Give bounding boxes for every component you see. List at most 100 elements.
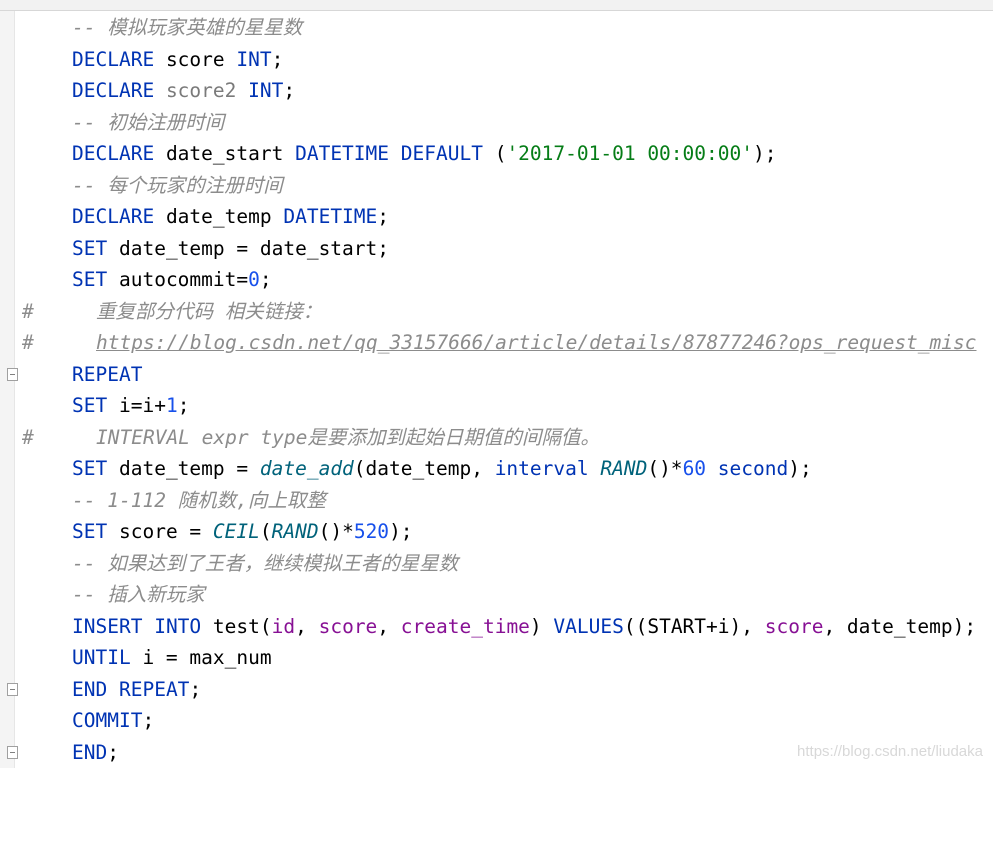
comment-text: 模拟玩家英雄的星星数 [107, 16, 303, 39]
code-line[interactable]: DECLARE date_temp DATETIME; [0, 201, 993, 233]
code-line[interactable]: SET date_temp = date_start; [0, 233, 993, 265]
statement-text: , date_temp); [823, 614, 977, 638]
code-line[interactable]: DECLARE date_start DATETIME DEFAULT ('20… [0, 138, 993, 170]
column-name: score [764, 614, 824, 638]
comment-text: INTERVAL expr type是要添加到起始日期值的间隔值。 [96, 425, 600, 449]
keyword: DECLARE [72, 79, 155, 102]
keyword: COMMIT [72, 709, 143, 732]
comment-text: 每个玩家的注册时间 [107, 173, 283, 197]
code-line[interactable]: DECLARE score2 INT; [0, 75, 993, 107]
fold-marker-icon[interactable] [7, 745, 18, 759]
keyword: SET [72, 520, 108, 543]
code-line[interactable]: SET date_temp = date_add(date_temp, inte… [0, 453, 993, 485]
identifier: date_start [165, 142, 284, 165]
code-line[interactable]: INSERT INTO test(id, score, create_time)… [0, 611, 993, 643]
keyword: INT [236, 47, 272, 71]
code-line[interactable]: # INTERVAL expr type是要添加到起始日期值的间隔值。 [0, 422, 993, 454]
hash-comment-marker: # [22, 331, 34, 354]
comment-prefix: -- [72, 173, 108, 197]
number-literal: 60 [682, 457, 707, 480]
keyword: second [717, 457, 789, 480]
code-line[interactable]: REPEAT [0, 359, 993, 391]
keyword: END [72, 677, 108, 701]
keyword: INTO [154, 614, 202, 638]
statement-text: ); [788, 457, 812, 480]
statement-text: ); [389, 520, 413, 543]
hash-comment-marker: # [22, 425, 34, 449]
fold-marker-icon[interactable] [7, 367, 18, 381]
code-line[interactable]: # https://blog.csdn.net/qq_33157666/arti… [0, 327, 993, 359]
statement-text: ((START+i), [623, 614, 765, 638]
keyword: UNTIL [72, 646, 131, 669]
column-name: id [271, 614, 296, 638]
statement-text: date_temp = [118, 457, 260, 480]
statement-text: test( [212, 614, 272, 638]
code-line[interactable]: SET score = CEIL(RAND()*520); [0, 516, 993, 548]
code-line[interactable]: UNTIL i = max_num [0, 642, 993, 674]
keyword: REPEAT [72, 362, 143, 386]
keyword: DATETIME [283, 205, 378, 228]
comment-prefix: -- [72, 16, 108, 39]
keyword: SET [72, 394, 108, 417]
keyword: SET [72, 268, 108, 291]
number-literal: 520 [353, 520, 390, 543]
fold-marker-icon[interactable] [7, 682, 18, 696]
statement-text: ()* [647, 457, 683, 480]
comment-link[interactable]: https://blog.csdn.net/qq_33157666/articl… [96, 327, 977, 359]
keyword: DECLARE [72, 205, 155, 228]
code-line[interactable]: -- 每个玩家的注册时间 [0, 170, 993, 202]
keyword: END [72, 740, 108, 764]
code-line[interactable]: DECLARE score INT; [0, 44, 993, 76]
comment-text: 如果达到了王者，继续模拟王者的星星数 [107, 551, 459, 575]
code-line[interactable]: -- 1-112 随机数,向上取整 [0, 485, 993, 517]
keyword: REPEAT [118, 677, 190, 701]
keyword: DATETIME [295, 142, 390, 165]
editor-top-border [0, 0, 993, 11]
statement-text: ()* [318, 520, 354, 543]
comment-text: 1-112 随机数,向上取整 [107, 488, 326, 512]
statement-text: score = [118, 520, 213, 543]
identifier: score2 [165, 79, 237, 102]
keyword: DECLARE [72, 47, 155, 71]
code-line[interactable]: COMMIT; [0, 705, 993, 737]
function-name: CEIL [212, 520, 260, 543]
comment-prefix: -- [72, 488, 108, 512]
keyword: SET [72, 457, 108, 480]
code-line[interactable]: -- 插入新玩家 [0, 579, 993, 611]
statement-text: date_temp = date_start; [118, 236, 390, 260]
statement-text: i=i+ [118, 394, 166, 417]
keyword: DEFAULT [400, 142, 483, 165]
string-literal: '2017-01-01 00:00:00' [506, 142, 753, 165]
comment-prefix: -- [72, 583, 108, 606]
code-line[interactable]: SET autocommit=0; [0, 264, 993, 296]
identifier: date_temp [165, 205, 272, 228]
code-line[interactable]: # 重复部分代码 相关链接： [0, 296, 993, 328]
comment-text: 重复部分代码 相关链接： [96, 299, 323, 323]
code-line[interactable]: -- 如果达到了王者，继续模拟王者的星星数 [0, 548, 993, 580]
comment-text: 初始注册时间 [107, 110, 225, 134]
identifier: score [165, 47, 225, 71]
keyword: INT [248, 79, 284, 102]
keyword: SET [72, 236, 108, 260]
number-literal: 0 [248, 268, 260, 291]
comment-text: 插入新玩家 [107, 583, 205, 606]
code-line[interactable]: -- 模拟玩家英雄的星星数 [0, 12, 993, 44]
column-name: score [318, 614, 378, 638]
function-name: date_add [259, 457, 354, 480]
keyword: interval [494, 457, 589, 480]
code-line[interactable]: SET i=i+1; [0, 390, 993, 422]
number-literal: 1 [165, 394, 178, 417]
code-editor[interactable]: -- 模拟玩家英雄的星星数 DECLARE score INT; DECLARE… [0, 12, 993, 768]
keyword: DECLARE [72, 142, 155, 165]
statement-text: i = max_num [130, 646, 272, 669]
keyword: VALUES [553, 614, 624, 638]
statement-text: (date_temp, [353, 457, 495, 480]
code-line[interactable]: -- 初始注册时间 [0, 107, 993, 139]
hash-comment-marker: # [22, 299, 34, 323]
code-line[interactable]: END REPEAT; [0, 674, 993, 706]
keyword: INSERT [72, 614, 143, 638]
column-name: create_time [400, 614, 530, 638]
comment-prefix: -- [72, 551, 108, 575]
watermark: https://blog.csdn.net/liudaka [797, 743, 983, 760]
function-name: RAND [271, 520, 319, 543]
